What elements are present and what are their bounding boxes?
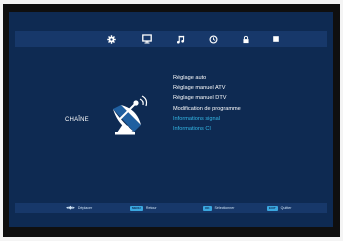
hint-select-label: Sélectionner (214, 206, 235, 210)
top-category-bar (15, 31, 327, 47)
hint-move: ◂◆▸ Déplacer (66, 205, 92, 211)
menu-item-manual-dtv[interactable]: Réglage manuel DTV (173, 93, 241, 103)
hint-exit: EXIT Quitter (267, 205, 291, 211)
tv-icon[interactable] (142, 34, 152, 44)
tv-osd-screen: CHAÎNE Réglage auto Réglage manuel ATV R… (9, 12, 333, 227)
hint-move-label: Déplacer (77, 206, 93, 210)
lock-icon[interactable] (241, 34, 251, 44)
menu-item-signal-info[interactable]: Informations signal (173, 114, 241, 124)
menu-item-auto-tuning[interactable]: Réglage auto (173, 73, 241, 83)
satellite-dish-icon (107, 95, 153, 140)
exit-key-icon: EXIT (267, 205, 278, 211)
menu-key-icon: MENU (130, 205, 143, 211)
hint-select: OK Sélectionner (203, 205, 234, 211)
input-source-icon[interactable] (271, 34, 281, 44)
menu-item-program-edit[interactable]: Modification de programme (173, 104, 241, 114)
music-icon[interactable] (175, 34, 185, 44)
ok-key-icon: OK (203, 205, 212, 211)
settings-icon[interactable] (106, 34, 116, 44)
channel-menu: Réglage auto Réglage manuel ATV Réglage … (173, 73, 241, 134)
hint-back: MENU Retour (130, 205, 157, 211)
menu-item-manual-atv[interactable]: Réglage manuel ATV (173, 83, 241, 93)
section-label: CHAÎNE (65, 117, 89, 123)
hint-back-label: Retour (145, 206, 157, 210)
hint-exit-label: Quitter (280, 206, 292, 210)
footer-hint-bar: ◂◆▸ Déplacer MENU Retour OK Sélectionner… (15, 203, 327, 213)
clock-icon[interactable] (208, 34, 218, 44)
dpad-icon: ◂◆▸ (66, 205, 75, 211)
menu-item-ci-info[interactable]: Informations CI (173, 124, 241, 134)
